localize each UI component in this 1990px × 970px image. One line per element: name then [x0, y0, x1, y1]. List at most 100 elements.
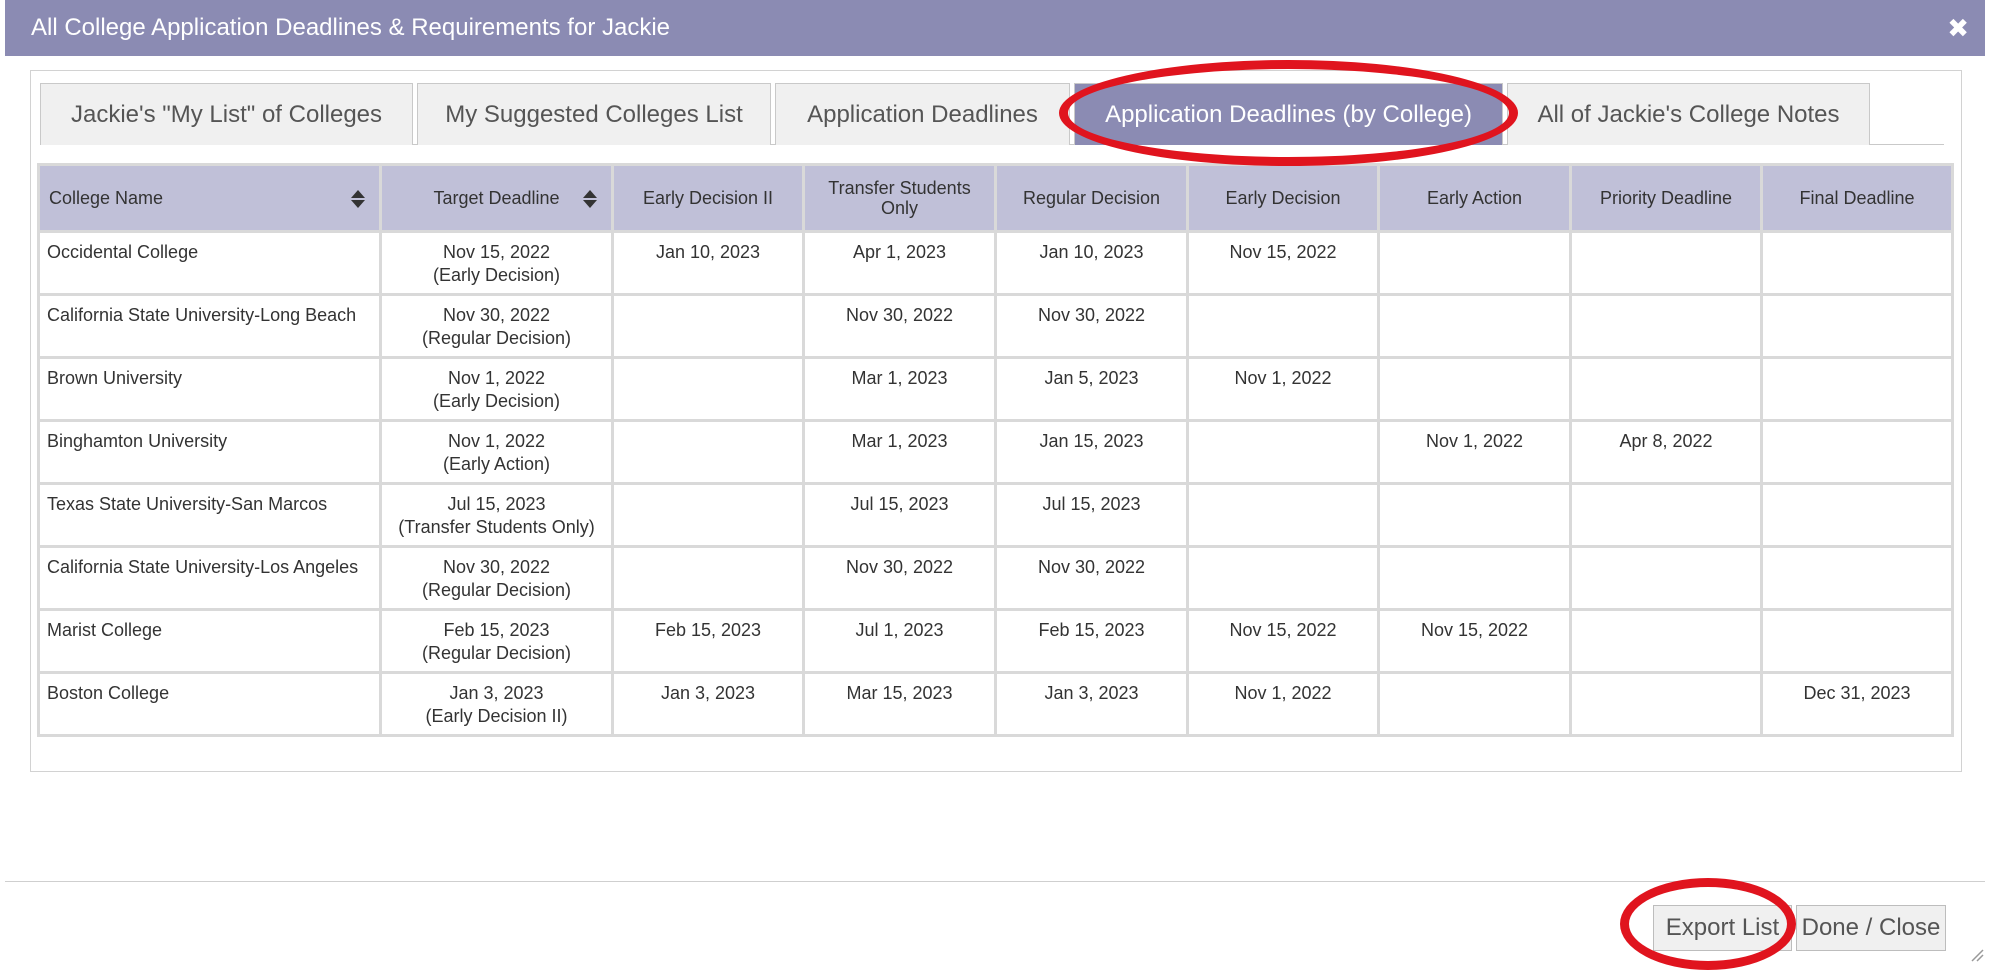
cell-early-action — [1380, 485, 1569, 545]
cell-priority-deadline — [1572, 674, 1760, 734]
cell-early-decision — [1189, 548, 1377, 608]
cell-early-decision-ii — [614, 422, 802, 482]
cell-target-deadline: Jul 15, 2023 (Transfer Students Only) — [382, 485, 611, 545]
column-header-label: College Name — [49, 188, 164, 208]
table-row: Boston College Jan 3, 2023 (Early Decision… — [40, 674, 1951, 734]
table-row: Texas State University-San Marcos Jul 15,… — [40, 485, 1951, 545]
cell-target-deadline: Nov 30, 2022 (Regular Decision) — [382, 548, 611, 608]
cell-early-action — [1380, 296, 1569, 356]
cell-regular-decision: Nov 30, 2022 — [997, 296, 1186, 356]
cell-early-decision-ii — [614, 548, 802, 608]
table-row: Occidental College Nov 15, 2022 (Early Dec… — [40, 233, 1951, 293]
cell-transfer-students-only: Nov 30, 2022 — [805, 548, 994, 608]
cell-college-name: Marist College — [40, 611, 379, 671]
target-deadline-type: (Transfer Students Only) — [398, 517, 595, 537]
target-deadline-type: (Early Action) — [442, 454, 551, 474]
cell-target-deadline: Nov 30, 2022 (Regular Decision) — [382, 296, 611, 356]
cell-target-deadline: Nov 1, 2022 (Early Decision) — [382, 359, 611, 419]
tab-application-deadlines-by-college[interactable]: Application Deadlines (by College) — [1074, 83, 1503, 145]
cell-early-decision-ii: Jan 3, 2023 — [614, 674, 802, 734]
tab-label: All of Jackie's College Notes — [1537, 100, 1840, 128]
column-header-target-deadline[interactable]: Target Deadline — [382, 166, 611, 230]
target-deadline-type: (Early Decision) — [432, 391, 561, 411]
cell-regular-decision: Jan 10, 2023 — [997, 233, 1186, 293]
cell-target-deadline: Nov 15, 2022 (Early Decision) — [382, 233, 611, 293]
cell-final-deadline — [1763, 422, 1951, 482]
cell-priority-deadline: Apr 8, 2022 — [1572, 422, 1760, 482]
cell-transfer-students-only: Jul 15, 2023 — [805, 485, 994, 545]
target-deadline-type: (Regular Decision) — [421, 643, 572, 663]
cell-final-deadline: Dec 31, 2023 — [1763, 674, 1951, 734]
column-header-early-decision-ii: Early Decision II — [614, 166, 802, 230]
export-list-button[interactable]: Export List — [1653, 905, 1792, 951]
table-header-row: College Name Target Deadline Early Decis… — [40, 166, 1951, 230]
target-deadline-type: (Regular Decision) — [421, 328, 572, 348]
cell-priority-deadline — [1572, 233, 1760, 293]
target-deadline-date: Nov 1, 2022 — [447, 431, 546, 451]
cell-college-name: California State University-Los Angeles — [40, 548, 379, 608]
cell-college-name: California State University-Long Beach — [40, 296, 379, 356]
cell-early-decision-ii: Jan 10, 2023 — [614, 233, 802, 293]
cell-final-deadline — [1763, 359, 1951, 419]
column-header-transfer-students-only: Transfer Students Only — [805, 166, 994, 230]
cell-priority-deadline — [1572, 296, 1760, 356]
cell-final-deadline — [1763, 296, 1951, 356]
tab-college-notes[interactable]: All of Jackie's College Notes — [1507, 83, 1870, 145]
target-deadline-date: Jan 3, 2023 — [449, 683, 544, 703]
footer-divider — [5, 881, 1985, 882]
cell-early-action — [1380, 674, 1569, 734]
cell-college-name: Boston College — [40, 674, 379, 734]
cell-regular-decision: Jul 15, 2023 — [997, 485, 1186, 545]
table-row: California State University-Los Angeles N… — [40, 548, 1951, 608]
tab-suggested-colleges[interactable]: My Suggested Colleges List — [417, 83, 771, 145]
cell-early-decision-ii — [614, 485, 802, 545]
tab-label: Application Deadlines (by College) — [1105, 100, 1472, 128]
cell-regular-decision: Jan 3, 2023 — [997, 674, 1186, 734]
tab-my-list[interactable]: Jackie's "My List" of Colleges — [40, 83, 413, 145]
cell-regular-decision: Feb 15, 2023 — [997, 611, 1186, 671]
cell-early-decision — [1189, 296, 1377, 356]
deadlines-table: College Name Target Deadline Early Decis… — [37, 163, 1954, 737]
done-close-button[interactable]: Done / Close — [1796, 905, 1946, 951]
cell-early-action — [1380, 233, 1569, 293]
cell-final-deadline — [1763, 611, 1951, 671]
cell-final-deadline — [1763, 548, 1951, 608]
cell-final-deadline — [1763, 233, 1951, 293]
cell-target-deadline: Nov 1, 2022 (Early Action) — [382, 422, 611, 482]
sort-icon[interactable] — [351, 189, 365, 208]
resize-grip-icon[interactable] — [1968, 946, 1984, 962]
cell-regular-decision: Jan 5, 2023 — [997, 359, 1186, 419]
cell-college-name: Binghamton University — [40, 422, 379, 482]
table-row: Brown University Nov 1, 2022 (Early Decisi… — [40, 359, 1951, 419]
column-header-college-name[interactable]: College Name — [40, 166, 379, 230]
sort-icon[interactable] — [583, 189, 597, 208]
cell-priority-deadline — [1572, 359, 1760, 419]
tab-label: Application Deadlines — [807, 100, 1038, 128]
cell-early-decision: Nov 15, 2022 — [1189, 611, 1377, 671]
cell-final-deadline — [1763, 485, 1951, 545]
cell-early-decision: Nov 1, 2022 — [1189, 674, 1377, 734]
cell-priority-deadline — [1572, 548, 1760, 608]
cell-early-decision — [1189, 485, 1377, 545]
close-icon[interactable]: ✖ — [1947, 0, 1969, 56]
cell-transfer-students-only: Mar 1, 2023 — [805, 359, 994, 419]
tab-application-deadlines[interactable]: Application Deadlines — [775, 83, 1070, 145]
tab-bar: Jackie's "My List" of Colleges My Sugges… — [40, 83, 1944, 145]
target-deadline-type: (Regular Decision) — [421, 580, 572, 600]
cell-early-decision: Nov 15, 2022 — [1189, 233, 1377, 293]
cell-college-name: Texas State University-San Marcos — [40, 485, 379, 545]
tab-label: My Suggested Colleges List — [445, 100, 743, 128]
cell-transfer-students-only: Nov 30, 2022 — [805, 296, 994, 356]
cell-target-deadline: Feb 15, 2023 (Regular Decision) — [382, 611, 611, 671]
cell-transfer-students-only: Mar 15, 2023 — [805, 674, 994, 734]
cell-early-decision-ii — [614, 359, 802, 419]
cell-college-name: Occidental College — [40, 233, 379, 293]
column-header-early-decision: Early Decision — [1189, 166, 1377, 230]
cell-early-decision: Nov 1, 2022 — [1189, 359, 1377, 419]
table-body: Occidental College Nov 15, 2022 (Early Dec… — [40, 233, 1951, 734]
target-deadline-date: Nov 1, 2022 — [447, 368, 546, 388]
table-row: Marist College Feb 15, 2023 (Regular Decis… — [40, 611, 1951, 671]
cell-early-decision — [1189, 422, 1377, 482]
cell-college-name: Brown University — [40, 359, 379, 419]
cell-transfer-students-only: Apr 1, 2023 — [805, 233, 994, 293]
